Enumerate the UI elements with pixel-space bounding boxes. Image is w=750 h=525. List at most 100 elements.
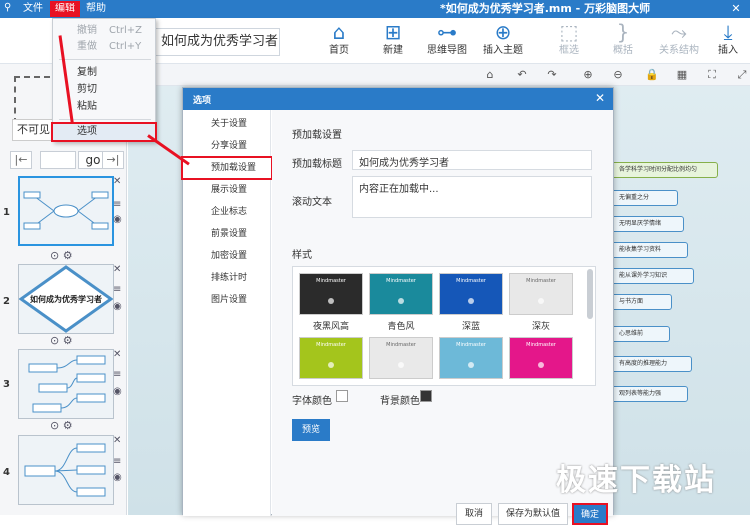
insert-topic-button[interactable]: ⊕ 插入主题 [478,20,528,62]
dialog-close-icon[interactable]: ✕ [595,91,605,105]
menu-redo[interactable]: 重做 Ctrl+Y [53,39,155,55]
style-swatch[interactable]: Mindmaster [299,337,363,379]
style-swatch[interactable]: Mindmaster [509,273,573,315]
slide-close-icon[interactable]: ✕ [113,176,121,187]
preload-title-label: 预加载标题 [292,159,342,170]
new-button[interactable]: ⊞ 新建 [368,20,418,62]
first-slide-icon[interactable]: |← [10,151,32,169]
nav-foreground[interactable]: 前景设置 [183,224,271,244]
fullscreen-icon[interactable]: ⤢ [734,67,750,83]
nav-logo[interactable]: 企业标志 [183,202,271,222]
insert-icon: ⤓ [723,20,733,44]
slide-preview [28,355,106,413]
preload-title-input[interactable]: 如何成为优秀学习者 [352,150,592,170]
mindmap-node[interactable]: 观列表等能力强 [608,386,688,402]
slide-eye-icon[interactable]: ◉ [113,472,122,483]
style-swatch[interactable]: Mindmaster [369,337,433,379]
slide-thumbnail-4[interactable] [18,435,114,505]
nav-share[interactable]: 分享设置 [183,136,271,156]
slide-number: 2 [3,296,10,307]
menu-undo[interactable]: 撤销 Ctrl+Z [53,23,155,39]
menu-edit[interactable]: 编辑 [50,1,80,17]
slide-eye-icon[interactable]: ◉ [113,301,122,312]
mindmap-node[interactable]: 能从课外学习知识 [608,268,694,284]
page-input[interactable] [40,151,76,169]
slide-close-icon[interactable]: ✕ [113,435,121,446]
style-swatch[interactable]: Mindmaster [439,337,503,379]
mindmap-node[interactable]: 与书方面 [608,294,672,310]
zoom-in-icon[interactable]: ⊕ [580,67,596,83]
slide-menu-icon[interactable]: ≡ [113,456,121,467]
nav-image[interactable]: 图片设置 [183,290,271,310]
close-window-icon[interactable]: ✕ [728,2,744,16]
style-swatch[interactable]: Mindmaster [509,337,573,379]
bg-color-picker[interactable] [420,390,432,402]
mindmap-node[interactable]: 有高度的推理能力 [608,356,692,372]
box-select-button[interactable]: ⬚ 框选 [544,20,594,62]
menu-copy[interactable]: 复制 [53,65,155,81]
preview-button[interactable]: 预览 [292,419,330,441]
nav-about[interactable]: 关于设置 [183,114,271,134]
slide-menu-icon[interactable]: ≡ [113,199,121,210]
swatch-caption: Mindmaster [316,278,346,284]
style-gallery: Mindmaster 夜黑风高 Mindmaster 青色风 Mindmaster 深蓝 M… [292,266,596,386]
menu-options[interactable]: 选项 [51,122,157,142]
slide-thumbnail-2[interactable]: 如何成为优秀学习者 [18,264,114,334]
style-swatch[interactable]: Mindmaster [369,273,433,315]
style-name: 深蓝 [461,322,480,332]
mindmap-node[interactable]: 无偏重之分 [608,190,678,206]
grid-icon[interactable]: ▦ [674,67,690,83]
cancel-button[interactable]: 取消 [456,503,492,525]
font-color-picker[interactable] [336,390,348,402]
zoom-out-icon[interactable]: ⊖ [610,67,626,83]
home-button[interactable]: ⌂ 首页 [314,20,364,62]
frame-placeholder [14,76,50,124]
fit-icon[interactable]: ⛶ [704,67,720,83]
topic-input[interactable]: 如何成为优秀学习者 [150,28,280,56]
slide-thumbnail-3[interactable] [18,349,114,419]
nav-encryption[interactable]: 加密设置 [183,246,271,266]
save-default-button[interactable]: 保存为默认值 [498,503,568,525]
slide-thumbnail-1[interactable] [18,176,114,246]
relation-button[interactable]: ⤳ 关系结构 [654,20,704,62]
mindmap-button[interactable]: ⊶ 思维导图 [422,20,472,62]
redo-icon[interactable]: ↷ [544,67,560,83]
dialog-title: 选项 [193,96,212,106]
play-settings-icon[interactable]: ⊙ ⚙ [50,249,73,262]
box-select-icon: ⬚ [559,20,579,44]
slide-menu-icon[interactable]: ≡ [113,284,121,295]
menu-help[interactable]: 帮助 [86,3,106,15]
slide-eye-icon[interactable]: ◉ [113,214,122,225]
mindmap-node[interactable]: 无明显厌学情绪 [608,216,684,232]
swatch-dot [328,298,334,304]
slide-title: 如何成为优秀学习者 [30,294,102,304]
nav-display[interactable]: 展示设置 [183,180,271,200]
style-swatch[interactable]: Mindmaster [439,273,503,315]
play-settings-icon[interactable]: ⊙ ⚙ [50,419,73,432]
mindmap-node[interactable]: 能收集学习资料 [608,242,688,258]
nav-preload[interactable]: 预加载设置 [181,156,273,180]
slide-menu-icon[interactable]: ≡ [113,369,121,380]
lock-icon[interactable]: 🔒 [644,67,660,83]
menu-file[interactable]: 文件 [23,3,43,15]
scroll-text-input[interactable]: 内容正在加载中... [352,176,592,218]
slide-close-icon[interactable]: ✕ [113,349,121,360]
style-label: 样式 [292,250,312,261]
home-view-icon[interactable]: ⌂ [482,67,498,83]
mindmap-node[interactable]: 心思维前 [608,326,670,342]
summary-button[interactable]: } 概括 [598,20,648,62]
gallery-scrollbar[interactable] [587,269,593,319]
last-slide-icon[interactable]: →| [102,151,124,169]
summary-icon: } [616,20,630,44]
swatch-dot [538,362,544,368]
undo-icon[interactable]: ↶ [514,67,530,83]
slide-close-icon[interactable]: ✕ [113,264,121,275]
mindmap-node[interactable]: 各学科学习时间分配比例均匀 [608,162,718,178]
slide-number: 3 [3,379,10,390]
slide-eye-icon[interactable]: ◉ [113,386,122,397]
nav-rehearsal[interactable]: 排练计时 [183,268,271,288]
style-swatch[interactable]: Mindmaster [299,273,363,315]
insert-button[interactable]: ⤓ 插入 [706,20,750,62]
play-settings-icon[interactable]: ⊙ ⚙ [50,334,73,347]
ok-button[interactable]: 确定 [572,503,608,525]
